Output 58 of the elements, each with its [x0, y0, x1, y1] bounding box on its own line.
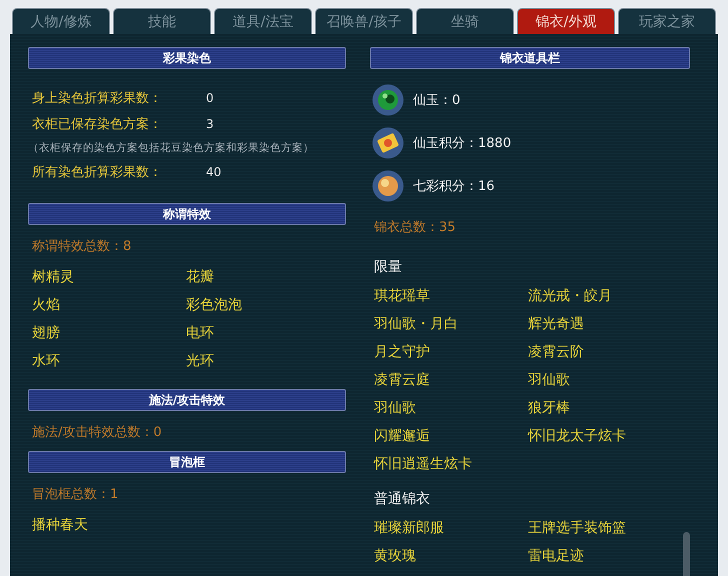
effect-item[interactable]: 花瓣 [186, 267, 214, 287]
effect-item[interactable]: 翅膀 [32, 323, 60, 343]
stat-value: 40 [206, 165, 222, 179]
effect-item[interactable]: 树精灵 [32, 267, 74, 287]
scrollbar-thumb[interactable] [683, 532, 690, 576]
outfit-item[interactable]: 怀旧龙太子炫卡 [528, 426, 626, 446]
outfit-item[interactable]: 凌霄云庭 [374, 370, 430, 390]
tab[interactable]: 玩家之家 [618, 8, 716, 34]
outfit-item[interactable]: 璀璨新郎服 [374, 518, 444, 538]
outfit-item[interactable]: 羽仙歌 [374, 398, 416, 418]
tab[interactable]: 召唤兽/孩子 [315, 8, 413, 34]
count-text: 施法/攻击特效总数：0 [31, 424, 163, 442]
group-heading: 普通锦衣 [373, 490, 431, 509]
card-icon [372, 126, 404, 158]
jade-icon [372, 84, 404, 116]
effect-item[interactable]: 水环 [32, 351, 60, 371]
tab[interactable]: 技能 [113, 8, 211, 34]
stat-label: 衣柜已保存染色方案： [32, 116, 163, 133]
group-heading: 限量 [373, 258, 403, 277]
effect-item[interactable]: 电环 [186, 323, 214, 343]
tab[interactable]: 锦衣/外观 [517, 8, 615, 34]
outfit-item[interactable]: 王牌选手装饰篮 [528, 518, 626, 538]
section-header: 彩果染色 [28, 47, 346, 69]
stat-value: 3 [206, 117, 214, 131]
currency-label: 仙玉：0 [413, 92, 460, 108]
tab[interactable]: 人物/修炼 [12, 8, 110, 34]
stat-label: 身上染色折算彩果数： [32, 90, 163, 107]
stat-label: 所有染色折算彩果数： [32, 164, 163, 181]
section-header: 称谓特效 [28, 203, 346, 225]
outfit-item[interactable]: 羽仙歌・月白 [374, 314, 458, 334]
outfit-item[interactable]: 琪花瑶草 [374, 286, 430, 306]
outfit-item[interactable]: 辉光奇遇 [528, 314, 584, 334]
count-text: 冒泡框总数：1 [31, 486, 120, 504]
section-header: 锦衣道具栏 [370, 47, 690, 69]
count-text: 称谓特效总数：8 [31, 238, 132, 256]
tab[interactable]: 道具/法宝 [214, 8, 312, 34]
note-text: （衣柜保存的染色方案包括花豆染色方案和彩果染色方案） [28, 141, 315, 156]
effect-item[interactable]: 光环 [186, 351, 214, 371]
currency-label: 七彩积分：16 [413, 178, 495, 194]
orb-icon [372, 170, 404, 202]
effect-item[interactable]: 彩色泡泡 [186, 295, 242, 315]
tab[interactable]: 坐骑 [416, 8, 514, 34]
section-header: 施法/攻击特效 [28, 389, 346, 411]
outfit-item[interactable]: 闪耀邂逅 [374, 426, 430, 446]
outfit-item[interactable]: 流光戒・皎月 [528, 286, 612, 306]
outfit-item[interactable]: 狼牙棒 [528, 398, 570, 418]
outfit-item[interactable]: 凌霄云阶 [528, 342, 584, 362]
effect-item[interactable]: 火焰 [32, 295, 60, 315]
outfit-item[interactable]: 黄玫瑰 [374, 546, 416, 566]
stat-value: 0 [206, 91, 214, 105]
section-header: 冒泡框 [28, 451, 346, 473]
effect-item[interactable]: 播种春天 [32, 515, 88, 535]
outfit-item[interactable]: 怀旧逍遥生炫卡 [374, 454, 472, 474]
count-text: 锦衣总数：35 [373, 219, 457, 237]
outfit-item[interactable]: 雷电足迹 [528, 546, 584, 566]
outfit-item[interactable]: 月之守护 [374, 342, 430, 362]
outfit-item[interactable]: 羽仙歌 [528, 370, 570, 390]
currency-label: 仙玉积分：1880 [413, 134, 512, 152]
